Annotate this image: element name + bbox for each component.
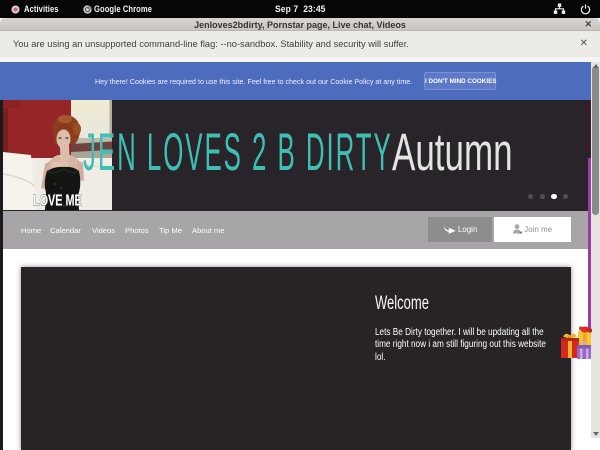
svg-text:LOVE ME: LOVE ME [33,192,82,209]
svg-text:JENLUV2B: JENLUV2B [87,200,110,205]
